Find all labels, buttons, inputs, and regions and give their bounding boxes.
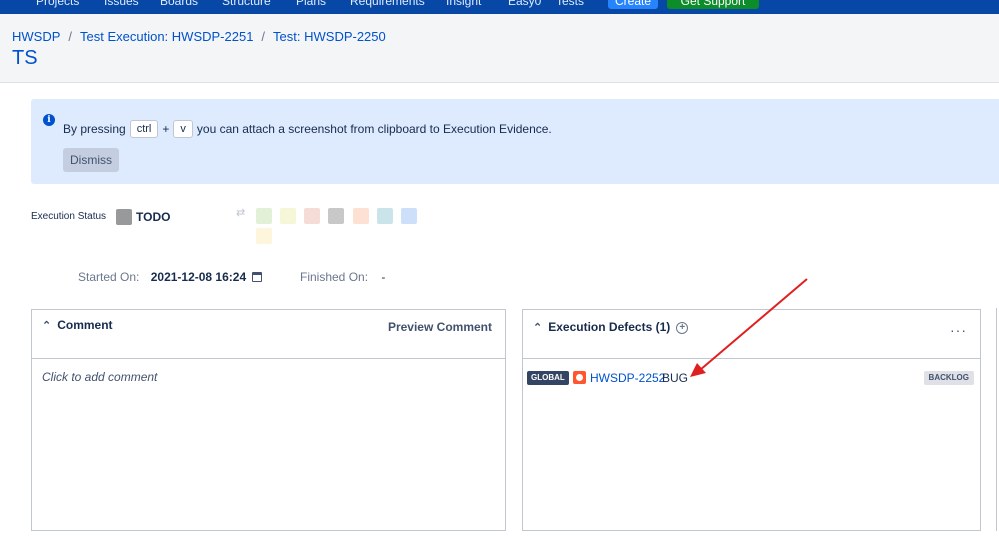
status-option-swatch[interactable] (377, 208, 393, 224)
breadcrumb: HWSDP / Test Execution: HWSDP-2251 / Test: H… (12, 29, 386, 44)
finished-on-row: Finished On: - (300, 270, 385, 284)
defects-panel-header: ⌃ Execution Defects (1) + ··· (523, 310, 980, 359)
breadcrumb-separator: / (68, 29, 73, 44)
status-option-swatch[interactable] (328, 208, 344, 224)
status-option-swatch[interactable] (304, 208, 320, 224)
breadcrumb-test-execution-link[interactable]: Test Execution: HWSDP-2251 (80, 29, 253, 44)
dismiss-button[interactable]: Dismiss (63, 148, 119, 172)
nav-item-projects[interactable]: Projects (36, 0, 79, 8)
defect-status-badge: BACKLOG (923, 371, 974, 385)
status-option-swatch[interactable] (353, 208, 369, 224)
nav-item-tests[interactable]: Tests (556, 0, 584, 8)
calendar-icon[interactable] (252, 272, 263, 282)
nav-item-easy0[interactable]: Easy0 (508, 0, 541, 8)
execution-status-value[interactable]: TODO (136, 210, 170, 224)
info-message: By pressing ctrl + v you can attach a sc… (63, 120, 552, 138)
plus-sign: + (162, 122, 170, 136)
started-on-value: 2021-12-08 16:24 (150, 270, 247, 284)
info-banner: i By pressing ctrl + v you can attach a … (31, 99, 999, 184)
breadcrumb-test-link[interactable]: Test: HWSDP-2250 (273, 29, 386, 44)
page-header: HWSDP / Test Execution: HWSDP-2251 / Test: H… (0, 14, 999, 83)
comment-panel-title[interactable]: ⌃ Comment (42, 318, 113, 332)
keyboard-key-v: v (173, 120, 193, 138)
get-support-button[interactable]: Get Support (667, 0, 759, 9)
nav-item-requirements[interactable]: Requirements (350, 0, 425, 8)
more-options-icon[interactable]: ··· (950, 322, 967, 338)
defect-type: BUG (662, 371, 689, 385)
started-on-row: Started On: 2021-12-08 16:24 (78, 270, 263, 284)
chevron-up-icon[interactable]: ⌃ (42, 319, 51, 332)
nav-item-issues[interactable]: Issues (104, 0, 139, 8)
nav-item-insight[interactable]: Insight (446, 0, 481, 8)
nav-item-structure[interactable]: Structure (222, 0, 271, 8)
finished-on-label: Finished On: (300, 270, 369, 284)
transition-arrows-icon: ⇄ (236, 207, 246, 219)
nav-item-plans[interactable]: Plans (296, 0, 326, 8)
info-text-before: By pressing (63, 122, 126, 136)
status-option-swatch[interactable] (256, 228, 272, 244)
comment-panel-header: ⌃ Comment Preview Comment (32, 310, 505, 359)
comment-panel: ⌃ Comment Preview Comment Click to add co… (31, 309, 506, 531)
chevron-up-icon[interactable]: ⌃ (533, 321, 542, 334)
top-navigation-bar: Projects Issues Boards Structure Plans R… (0, 0, 999, 14)
add-comment-placeholder[interactable]: Click to add comment (42, 370, 157, 384)
execution-defects-panel: ⌃ Execution Defects (1) + ··· GLOBAL HWSDP… (522, 309, 981, 531)
info-icon: i (43, 114, 55, 126)
breadcrumb-project-link[interactable]: HWSDP (12, 29, 60, 44)
bug-icon (573, 371, 586, 384)
scope-badge: GLOBAL (527, 371, 569, 385)
status-color-swatch (116, 209, 132, 225)
execution-status-label: Execution Status (31, 211, 107, 222)
defects-panel-title[interactable]: ⌃ Execution Defects (1) + (533, 320, 689, 334)
keyboard-key-ctrl: ctrl (129, 120, 159, 138)
status-option-swatch[interactable] (256, 208, 272, 224)
create-button[interactable]: Create (608, 0, 658, 9)
page-title: TS (12, 47, 38, 69)
started-on-label: Started On: (78, 270, 140, 284)
comment-title-text: Comment (57, 318, 113, 332)
status-option-swatch[interactable] (280, 208, 296, 224)
nav-item-boards[interactable]: Boards (160, 0, 198, 8)
defect-row: GLOBAL HWSDP-2252 BUG BACKLOG (527, 371, 974, 387)
defect-key-link[interactable]: HWSDP-2252 (590, 371, 665, 385)
breadcrumb-separator: / (261, 29, 266, 44)
finished-on-value: - (381, 270, 386, 284)
defects-title-text: Execution Defects (1) (548, 320, 671, 334)
status-option-swatch[interactable] (401, 208, 417, 224)
info-text-after: you can attach a screenshot from clipboa… (196, 122, 552, 136)
preview-comment-button[interactable]: Preview Comment (388, 320, 492, 334)
add-defect-icon[interactable]: + (676, 321, 689, 334)
